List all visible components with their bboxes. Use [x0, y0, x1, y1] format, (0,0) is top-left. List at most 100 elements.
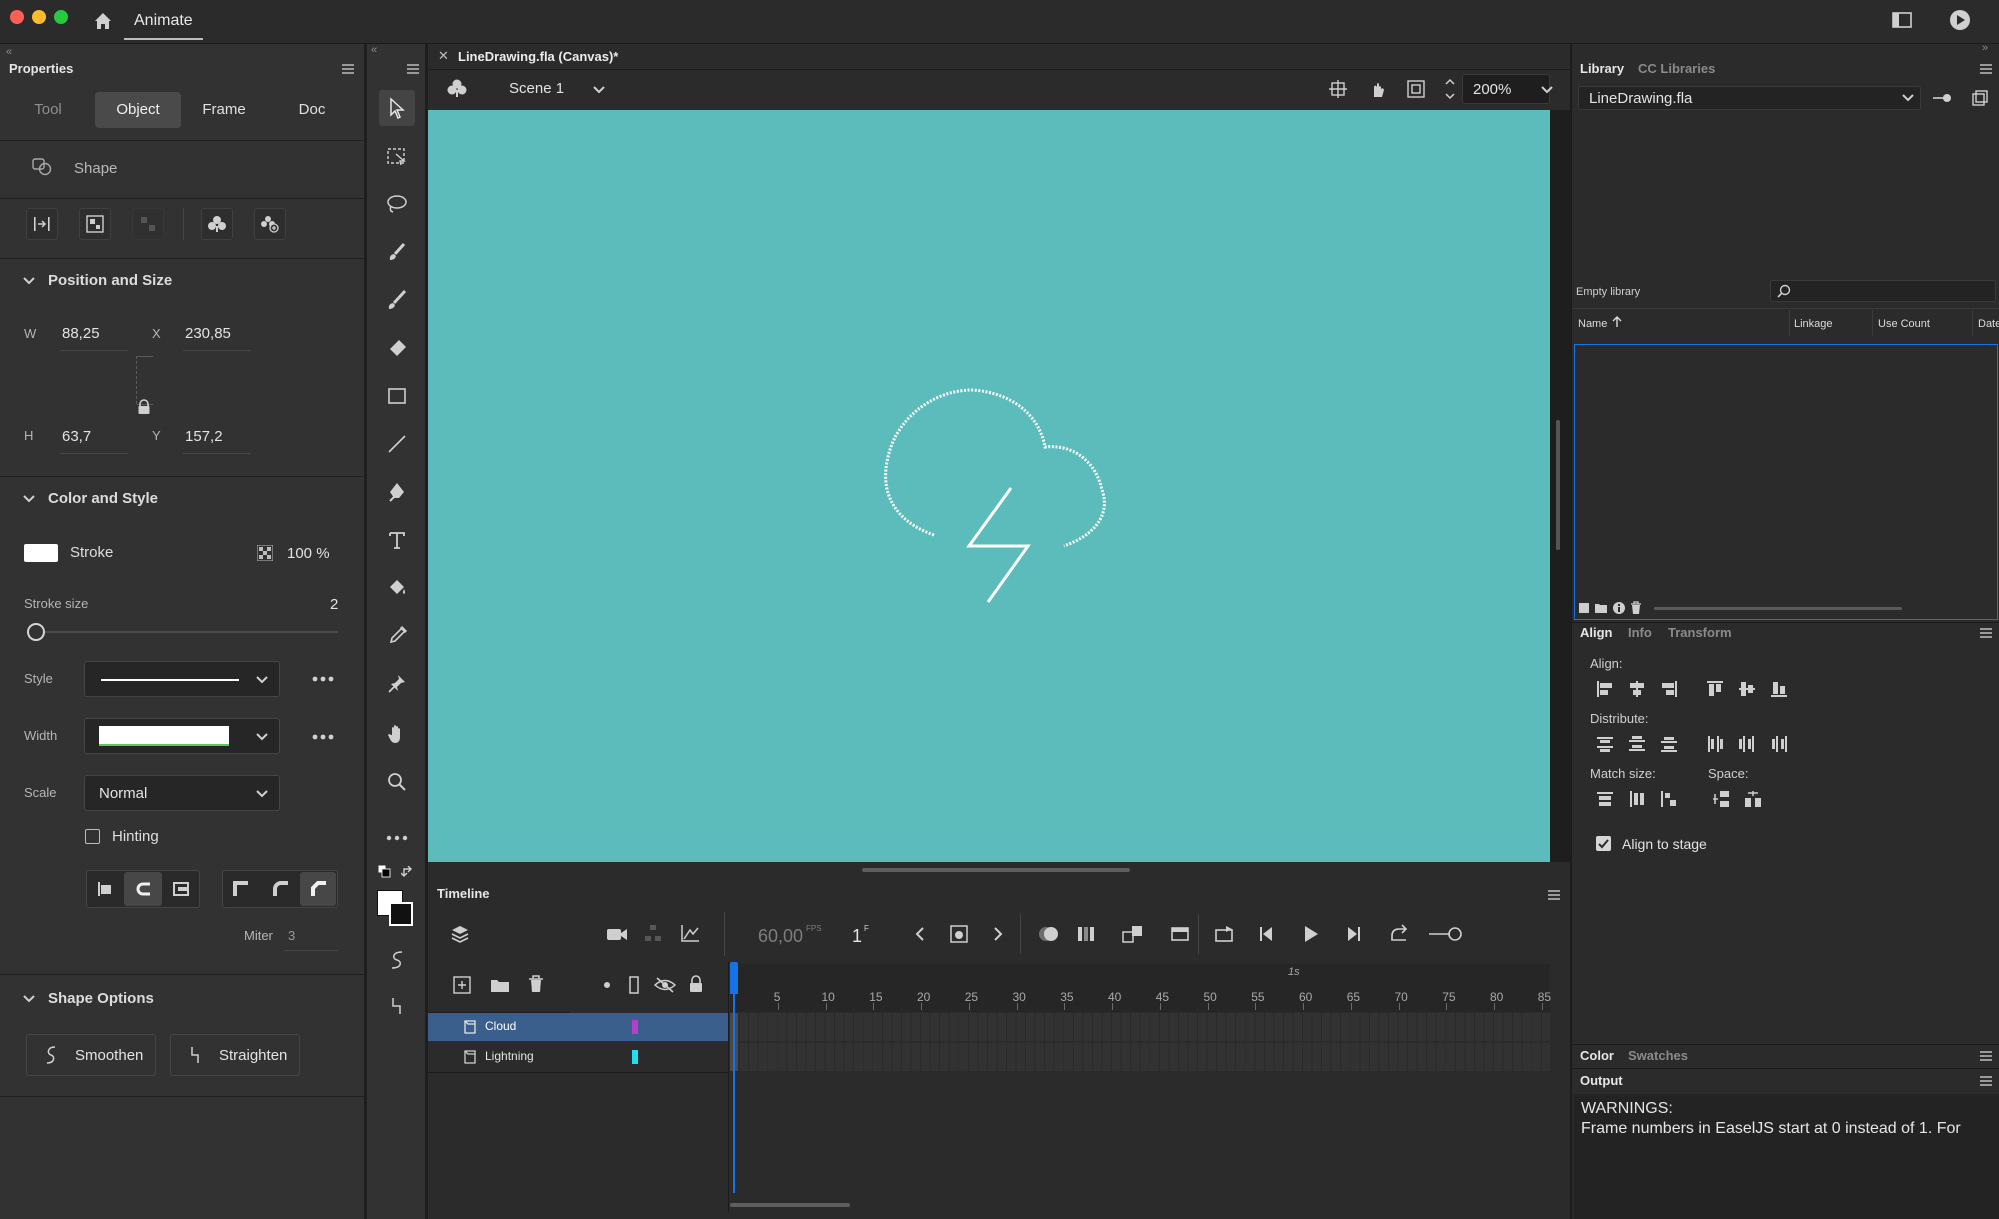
- collapse-panels-icon[interactable]: «: [6, 46, 12, 58]
- space-evenly-vertical-icon[interactable]: [1712, 790, 1730, 808]
- straighten-option-icon[interactable]: [379, 988, 415, 1024]
- library-search-input[interactable]: [1770, 280, 1996, 302]
- column-use-count[interactable]: Use Count: [1878, 318, 1930, 330]
- layer-name[interactable]: Lightning: [485, 1049, 534, 1063]
- edit-multiple-frames-icon[interactable]: [1076, 924, 1096, 944]
- paint-bucket-tool-icon[interactable]: [379, 570, 415, 606]
- align-vertical-center-icon[interactable]: [1738, 680, 1756, 698]
- distribute-bottom-icon[interactable]: [1660, 735, 1678, 753]
- layer-row-cloud[interactable]: Cloud: [428, 1013, 728, 1041]
- collapse-tools-icon[interactable]: «: [371, 44, 377, 56]
- scene-name[interactable]: Scene 1: [509, 80, 564, 97]
- swatches-tab[interactable]: Swatches: [1628, 1048, 1688, 1063]
- rectangle-tool-icon[interactable]: [379, 378, 415, 414]
- app-name-tab[interactable]: Animate: [124, 6, 203, 40]
- cloud-frames[interactable]: [730, 1013, 1550, 1041]
- stage-horizontal-scrollbar[interactable]: [862, 868, 1130, 872]
- delete-layer-icon[interactable]: [528, 975, 544, 993]
- scale-dropdown[interactable]: Normal: [84, 775, 280, 811]
- sort-ascending-icon[interactable]: [1612, 316, 1622, 328]
- stroke-size-value[interactable]: 2: [330, 596, 338, 613]
- more-tools-icon[interactable]: [379, 820, 415, 856]
- hinting-checkbox[interactable]: [85, 829, 100, 844]
- timeline-horizontal-scrollbar[interactable]: [730, 1203, 850, 1207]
- collapse-right-panels-icon[interactable]: »: [1982, 42, 1988, 54]
- miter-field[interactable]: 3: [288, 928, 295, 943]
- selection-tool-icon[interactable]: [379, 90, 415, 126]
- next-keyframe-icon[interactable]: [992, 926, 1004, 942]
- panel-menu-icon[interactable]: [1980, 1051, 1992, 1061]
- close-window-button[interactable]: [10, 10, 24, 24]
- column-date[interactable]: Date: [1978, 318, 1999, 330]
- align-left-icon[interactable]: [1596, 680, 1614, 698]
- align-right-icon[interactable]: [1660, 680, 1678, 698]
- fill-color-chip[interactable]: [389, 902, 413, 926]
- library-item-list[interactable]: [1574, 344, 1998, 620]
- properties-info-icon[interactable]: [1612, 601, 1626, 615]
- fps-value[interactable]: 60,00: [758, 926, 803, 947]
- panel-menu-icon[interactable]: [407, 64, 419, 74]
- panel-menu-icon[interactable]: [342, 64, 354, 74]
- insert-blank-keyframe-icon[interactable]: [1170, 924, 1190, 944]
- clip-content-icon[interactable]: [1407, 80, 1425, 98]
- text-tool-icon[interactable]: [379, 522, 415, 558]
- distribute-left-icon[interactable]: [1706, 735, 1724, 753]
- width-field[interactable]: 88,25: [62, 325, 100, 342]
- new-folder-icon[interactable]: [1594, 602, 1608, 614]
- zoom-stepper-icon[interactable]: [1444, 76, 1456, 102]
- lock-aspect-icon[interactable]: [137, 399, 151, 415]
- tab-tool[interactable]: Tool: [22, 92, 74, 128]
- rotate-stage-icon[interactable]: [1368, 79, 1388, 99]
- new-symbol-icon[interactable]: [1578, 602, 1590, 614]
- test-movie-play-icon[interactable]: [1949, 9, 1971, 31]
- workspace-layout-icon[interactable]: [1892, 12, 1912, 28]
- panel-menu-icon[interactable]: [1980, 628, 1992, 638]
- stroke-style-dropdown[interactable]: [84, 661, 280, 697]
- graph-icon[interactable]: [680, 924, 700, 942]
- space-evenly-horizontal-icon[interactable]: [1744, 790, 1762, 808]
- stroke-color-swatch[interactable]: [24, 544, 58, 562]
- onion-skin-icon[interactable]: [1038, 925, 1060, 943]
- align-tab[interactable]: Align: [1580, 625, 1613, 640]
- transform-tab[interactable]: Transform: [1668, 625, 1732, 640]
- play-icon[interactable]: [1302, 924, 1320, 944]
- pin-library-icon[interactable]: [1932, 92, 1952, 104]
- chevron-down-icon[interactable]: [22, 494, 36, 504]
- loop-icon[interactable]: [1388, 924, 1410, 944]
- zoom-tool-icon[interactable]: [379, 764, 415, 800]
- stroke-alpha-field[interactable]: 100 %: [287, 545, 330, 562]
- layers-icon[interactable]: [450, 924, 470, 944]
- home-icon[interactable]: [92, 10, 114, 32]
- align-to-stage-checkbox[interactable]: [1596, 836, 1611, 851]
- eyedropper-tool-icon[interactable]: [379, 618, 415, 654]
- distribute-horizontal-center-icon[interactable]: [1738, 735, 1756, 753]
- previous-keyframe-icon[interactable]: [914, 926, 926, 942]
- stroke-size-slider-thumb[interactable]: [27, 623, 45, 641]
- chevron-down-icon[interactable]: [1540, 85, 1554, 95]
- align-bottom-icon[interactable]: [1770, 680, 1788, 698]
- convert-to-symbol-button[interactable]: [79, 208, 111, 240]
- eraser-tool-icon[interactable]: [379, 330, 415, 366]
- edit-symbol-button[interactable]: [201, 208, 233, 240]
- timeline-zoom-slider-icon[interactable]: [1428, 926, 1462, 942]
- hide-layers-icon[interactable]: [654, 977, 676, 993]
- output-title[interactable]: Output: [1580, 1073, 1623, 1088]
- x-field[interactable]: 230,85: [185, 325, 231, 342]
- default-colors-icon[interactable]: [377, 864, 391, 878]
- cc-libraries-tab[interactable]: CC Libraries: [1638, 61, 1715, 76]
- tab-frame[interactable]: Frame: [196, 92, 252, 128]
- loop-playback-icon[interactable]: [1214, 924, 1236, 944]
- stroke-size-slider-track[interactable]: [36, 631, 338, 633]
- distribute-vertical-center-icon[interactable]: [1628, 735, 1646, 753]
- swap-colors-icon[interactable]: [401, 866, 415, 880]
- add-to-library-button[interactable]: [254, 208, 286, 240]
- outline-layers-icon[interactable]: [628, 976, 640, 994]
- new-library-panel-icon[interactable]: [1972, 90, 1988, 106]
- library-tab[interactable]: Library: [1580, 61, 1624, 76]
- scene-symbol-icon[interactable]: [446, 78, 468, 98]
- y-field[interactable]: 157,2: [185, 428, 223, 445]
- distribute-top-icon[interactable]: [1596, 735, 1614, 753]
- hand-tool-icon[interactable]: [379, 716, 415, 752]
- create-tween-icon[interactable]: [1122, 924, 1144, 944]
- column-linkage[interactable]: Linkage: [1794, 318, 1833, 330]
